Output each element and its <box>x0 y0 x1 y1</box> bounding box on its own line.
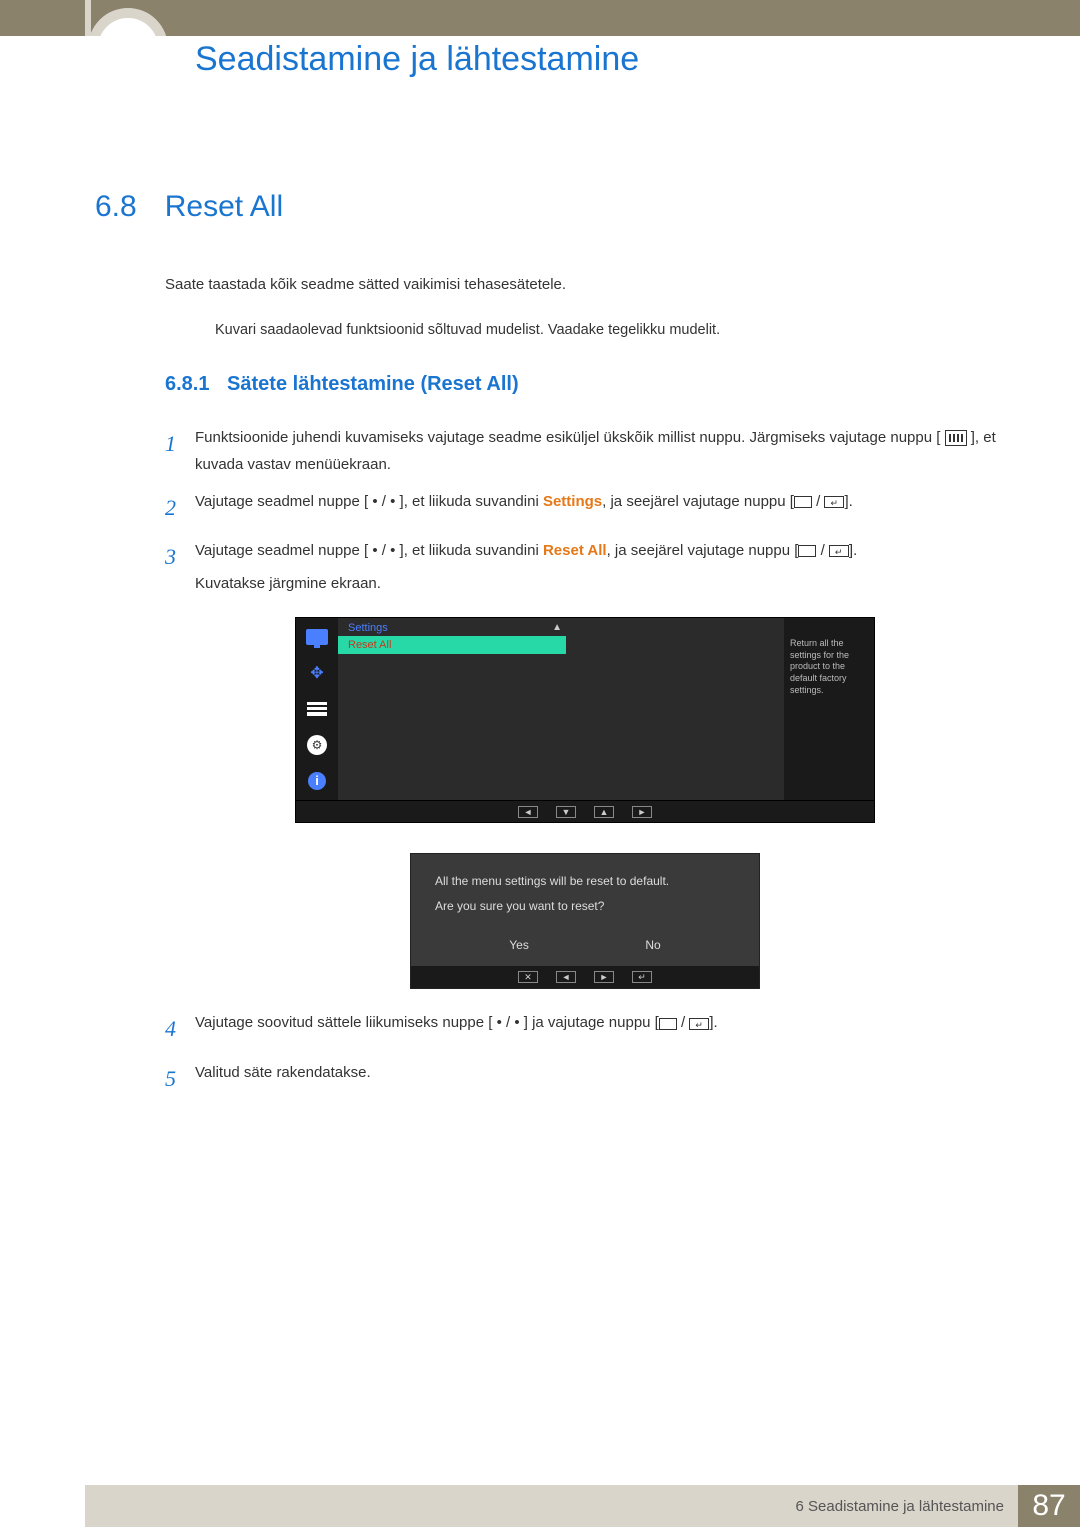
nav-up-icon: ▲ <box>594 806 614 818</box>
menu-icon <box>945 430 967 446</box>
osd-reset-dialog: All the menu settings will be reset to d… <box>410 853 760 989</box>
model-note: Kuvari saadaolevad funktsioonid sõltuvad… <box>215 322 1005 338</box>
content-area: 6.8 Reset All Saate taastada kõik seadme… <box>95 190 1005 1109</box>
section-number: 6.8 <box>95 190 137 224</box>
text: ], et liikuda suvandini <box>400 542 543 559</box>
text: ] ja vajutage nuppu [ <box>524 1014 659 1031</box>
step-text: Funktsioonide juhendi kuvamiseks vajutag… <box>195 424 1005 478</box>
footer-breadcrumb: 6 Seadistamine ja lähtestamine <box>85 1485 1018 1527</box>
dialog-nav-footer: ✕ ◄ ► ↵ <box>411 966 759 988</box>
step-5: 5 Valitud säte rakendatakse. <box>165 1059 1005 1099</box>
osd-menu-title: Settings ▲ <box>338 618 784 636</box>
osd-main-panel: Settings ▲ Reset All <box>338 618 784 780</box>
yes-button[interactable]: Yes <box>509 938 529 952</box>
osd-sidebar: ✥ ⚙ i <box>296 618 338 800</box>
list-icon <box>304 698 330 720</box>
step-number: 2 <box>165 488 195 528</box>
dots-icon: • / • <box>368 542 399 559</box>
up-arrow-icon: ▲ <box>552 622 562 633</box>
text: Funktsioonide juhendi kuvamiseks vajutag… <box>195 429 940 446</box>
dialog-message-1: All the menu settings will be reset to d… <box>435 872 735 891</box>
osd-selected-item: Reset All <box>338 636 566 654</box>
rect-icon <box>659 1018 677 1030</box>
steps-list: 1 Funktsioonide juhendi kuvamiseks vajut… <box>165 424 1005 1099</box>
step-number: 5 <box>165 1059 195 1099</box>
dots-icon: • / • <box>492 1014 523 1031</box>
enter-icon <box>824 496 844 508</box>
osd-nav-footer: ◄ ▼ ▲ ► <box>296 800 874 822</box>
enter-icon <box>829 545 849 557</box>
text: , ja seejärel vajutage nuppu [ <box>602 493 794 510</box>
info-icon: i <box>304 770 330 792</box>
step-number: 4 <box>165 1009 195 1049</box>
close-icon: ✕ <box>518 971 538 983</box>
nav-left-icon: ◄ <box>556 971 576 983</box>
page-number: 87 <box>1018 1485 1080 1527</box>
page-footer: 6 Seadistamine ja lähtestamine 87 <box>85 1485 1080 1527</box>
step-number: 3 <box>165 537 195 597</box>
step-3: 3 Vajutage seadmel nuppe [ • / • ], et l… <box>165 537 1005 597</box>
dots-icon: • / • <box>368 493 399 510</box>
text: Vajutage soovitud sättele liikumiseks nu… <box>195 1014 492 1031</box>
step-2: 2 Vajutage seadmel nuppe [ • / • ], et l… <box>165 488 1005 528</box>
enter-icon: ↵ <box>632 971 652 983</box>
highlight-resetall: Reset All <box>543 542 607 559</box>
text: Vajutage seadmel nuppe [ <box>195 542 368 559</box>
step-text: Valitud säte rakendatakse. <box>195 1059 1005 1099</box>
chapter-title: Seadistamine ja lähtestamine <box>195 40 639 79</box>
dialog-body: All the menu settings will be reset to d… <box>411 854 759 930</box>
label: Settings <box>348 622 388 634</box>
step-4: 4 Vajutage soovitud sättele liikumiseks … <box>165 1009 1005 1049</box>
section-title: Reset All <box>165 190 283 224</box>
rect-icon <box>794 496 812 508</box>
step-text: Vajutage soovitud sättele liikumiseks nu… <box>195 1009 1005 1049</box>
nav-right-icon: ► <box>632 806 652 818</box>
text: Kuvatakse järgmine ekraan. <box>195 570 1005 597</box>
nav-down-icon: ▼ <box>556 806 576 818</box>
osd-help-panel: Return all the settings for the product … <box>784 618 874 800</box>
monitor-icon <box>304 626 330 648</box>
step-text: Vajutage seadmel nuppe [ • / • ], et lii… <box>195 537 1005 597</box>
step-1: 1 Funktsioonide juhendi kuvamiseks vajut… <box>165 424 1005 478</box>
osd-settings-menu: ✥ ⚙ i Settings ▲ Reset All Return all th… <box>295 617 875 823</box>
subsection-title: Sätete lähtestamine (Reset All) <box>227 373 519 395</box>
subsection-heading: 6.8.1 Sätete lähtestamine (Reset All) <box>165 373 1005 396</box>
subsection-number: 6.8.1 <box>165 373 209 395</box>
dialog-buttons: Yes No <box>411 930 759 966</box>
intro-text: Saate taastada kõik seadme sätted vaikim… <box>165 274 1005 297</box>
text: ]. <box>709 1014 717 1031</box>
enter-icon <box>689 1018 709 1030</box>
rect-icon <box>798 545 816 557</box>
arrows-icon: ✥ <box>304 662 330 684</box>
text: ]. <box>844 493 852 510</box>
osd-body: ✥ ⚙ i Settings ▲ Reset All Return all th… <box>296 618 874 800</box>
nav-left-icon: ◄ <box>518 806 538 818</box>
nav-right-icon: ► <box>594 971 614 983</box>
step-text: Vajutage seadmel nuppe [ • / • ], et lii… <box>195 488 1005 528</box>
highlight-settings: Settings <box>543 493 602 510</box>
gear-icon: ⚙ <box>304 734 330 756</box>
section-heading: 6.8 Reset All <box>95 190 1005 224</box>
step-number: 1 <box>165 424 195 478</box>
text: ]. <box>849 542 857 559</box>
text: , ja seejärel vajutage nuppu [ <box>607 542 799 559</box>
text: Vajutage seadmel nuppe [ <box>195 493 368 510</box>
text: ], et liikuda suvandini <box>400 493 543 510</box>
no-button[interactable]: No <box>645 938 660 952</box>
dialog-message-2: Are you sure you want to reset? <box>435 897 735 916</box>
